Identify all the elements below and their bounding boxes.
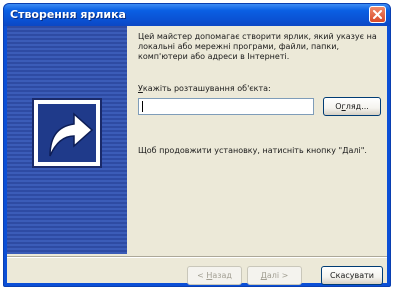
- back-button[interactable]: < Назад: [187, 266, 242, 285]
- location-label-text: кажіть розташування об'єкта:: [142, 84, 271, 93]
- text-caret: [142, 101, 143, 112]
- wizard-description: Цей майстер допомагає створити ярлик, як…: [138, 32, 377, 61]
- create-shortcut-dialog: Створення ярлика Цей майстер допомагає с…: [3, 3, 391, 287]
- browse-button[interactable]: Огляд...: [323, 97, 381, 116]
- close-button[interactable]: [369, 6, 386, 23]
- window-title: Створення ярлика: [10, 8, 126, 21]
- back-label-pre: <: [197, 271, 207, 280]
- wizard-side-panel: [7, 26, 127, 254]
- next-button[interactable]: Далі >: [247, 266, 302, 285]
- close-icon: [373, 10, 382, 19]
- cancel-button[interactable]: Скасувати: [321, 266, 383, 285]
- location-input[interactable]: [138, 98, 314, 115]
- dialog-body: Цей майстер допомагає створити ярлик, як…: [7, 26, 387, 285]
- location-label: Укажіть розташування об'єкта:: [138, 84, 271, 93]
- footer-separator: [7, 256, 387, 258]
- next-label-post: алі >: [266, 271, 289, 280]
- shortcut-arrow-icon: [32, 98, 102, 168]
- continue-hint: Щоб продовжити установку, натисніть кноп…: [138, 146, 367, 155]
- browse-label-post: ляд...: [345, 102, 369, 111]
- back-label-post: азад: [212, 271, 232, 280]
- title-bar[interactable]: Створення ярлика: [4, 4, 390, 26]
